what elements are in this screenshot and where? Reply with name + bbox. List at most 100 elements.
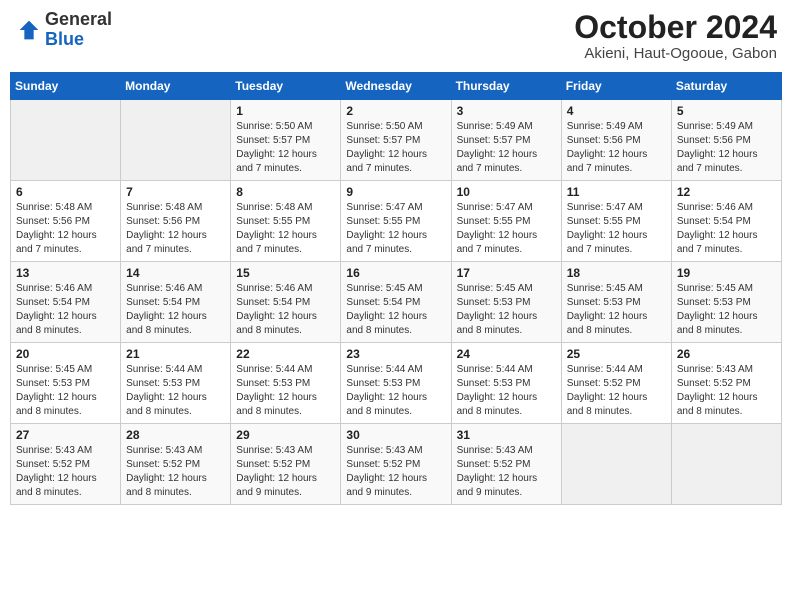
logo-general-text: General bbox=[45, 9, 112, 29]
day-info: Sunrise: 5:47 AM Sunset: 5:55 PM Dayligh… bbox=[346, 201, 445, 257]
calendar-cell: 5 Sunrise: 5:49 AM Sunset: 5:56 PM Daylig… bbox=[671, 100, 781, 181]
calendar-cell bbox=[11, 100, 121, 181]
day-header-thursday: Thursday bbox=[451, 73, 561, 100]
calendar-cell: 1 Sunrise: 5:50 AM Sunset: 5:57 PM Daylig… bbox=[231, 100, 341, 181]
day-number: 3 bbox=[457, 104, 556, 118]
day-number: 26 bbox=[677, 347, 776, 361]
day-number: 15 bbox=[236, 266, 335, 280]
day-info: Sunrise: 5:44 AM Sunset: 5:53 PM Dayligh… bbox=[346, 363, 445, 419]
calendar-cell: 27 Sunrise: 5:43 AM Sunset: 5:52 PM Dayli… bbox=[11, 424, 121, 505]
day-number: 1 bbox=[236, 104, 335, 118]
day-info: Sunrise: 5:43 AM Sunset: 5:52 PM Dayligh… bbox=[126, 444, 225, 500]
page-header: General Blue October 2024 Akieni, Haut-O… bbox=[10, 10, 782, 62]
week-row-1: 1 Sunrise: 5:50 AM Sunset: 5:57 PM Daylig… bbox=[11, 100, 782, 181]
calendar-cell: 9 Sunrise: 5:47 AM Sunset: 5:55 PM Daylig… bbox=[341, 181, 451, 262]
day-info: Sunrise: 5:46 AM Sunset: 5:54 PM Dayligh… bbox=[236, 282, 335, 338]
day-info: Sunrise: 5:46 AM Sunset: 5:54 PM Dayligh… bbox=[677, 201, 776, 257]
day-number: 5 bbox=[677, 104, 776, 118]
calendar-cell: 18Sunrise: 5:45 AM Sunset: 5:53 PM Dayli… bbox=[561, 262, 671, 343]
day-number: 16 bbox=[346, 266, 445, 280]
day-header-sunday: Sunday bbox=[11, 73, 121, 100]
calendar-cell bbox=[671, 424, 781, 505]
calendar-table: SundayMondayTuesdayWednesdayThursdayFrid… bbox=[10, 72, 782, 505]
calendar-cell: 12 Sunrise: 5:46 AM Sunset: 5:54 PM Dayli… bbox=[671, 181, 781, 262]
day-number: 27 bbox=[16, 428, 115, 442]
calendar-cell: 10 Sunrise: 5:47 AM Sunset: 5:55 PM Dayli… bbox=[451, 181, 561, 262]
day-info: Sunrise: 5:49 AM Sunset: 5:56 PM Dayligh… bbox=[677, 120, 776, 176]
day-number: 25 bbox=[567, 347, 666, 361]
calendar-cell: 23 Sunrise: 5:44 AM Sunset: 5:53 PM Dayli… bbox=[341, 343, 451, 424]
day-number: 23 bbox=[346, 347, 445, 361]
day-number: 9 bbox=[346, 185, 445, 199]
calendar-cell: 7Sunrise: 5:48 AM Sunset: 5:56 PM Daylig… bbox=[121, 181, 231, 262]
calendar-title: October 2024 bbox=[574, 10, 777, 45]
calendar-cell: 13 Sunrise: 5:46 AM Sunset: 5:54 PM Dayli… bbox=[11, 262, 121, 343]
calendar-cell bbox=[121, 100, 231, 181]
day-number: 28 bbox=[126, 428, 225, 442]
day-number: 7 bbox=[126, 185, 225, 199]
day-number: 30 bbox=[346, 428, 445, 442]
day-info: Sunrise: 5:47 AM Sunset: 5:55 PM Dayligh… bbox=[457, 201, 556, 257]
day-info: Sunrise: 5:45 AM Sunset: 5:53 PM Dayligh… bbox=[677, 282, 776, 338]
calendar-cell: 6 Sunrise: 5:48 AM Sunset: 5:56 PM Daylig… bbox=[11, 181, 121, 262]
day-info: Sunrise: 5:44 AM Sunset: 5:52 PM Dayligh… bbox=[567, 363, 666, 419]
day-info: Sunrise: 5:43 AM Sunset: 5:52 PM Dayligh… bbox=[16, 444, 115, 500]
day-number: 17 bbox=[457, 266, 556, 280]
day-number: 14 bbox=[126, 266, 225, 280]
day-info: Sunrise: 5:45 AM Sunset: 5:53 PM Dayligh… bbox=[457, 282, 556, 338]
calendar-cell: 24Sunrise: 5:44 AM Sunset: 5:53 PM Dayli… bbox=[451, 343, 561, 424]
day-info: Sunrise: 5:43 AM Sunset: 5:52 PM Dayligh… bbox=[236, 444, 335, 500]
calendar-cell: 14Sunrise: 5:46 AM Sunset: 5:54 PM Dayli… bbox=[121, 262, 231, 343]
calendar-cell: 17 Sunrise: 5:45 AM Sunset: 5:53 PM Dayli… bbox=[451, 262, 561, 343]
calendar-cell: 30 Sunrise: 5:43 AM Sunset: 5:52 PM Dayli… bbox=[341, 424, 451, 505]
day-number: 12 bbox=[677, 185, 776, 199]
day-number: 13 bbox=[16, 266, 115, 280]
calendar-cell bbox=[561, 424, 671, 505]
calendar-cell: 15 Sunrise: 5:46 AM Sunset: 5:54 PM Dayli… bbox=[231, 262, 341, 343]
day-info: Sunrise: 5:44 AM Sunset: 5:53 PM Dayligh… bbox=[236, 363, 335, 419]
calendar-cell: 4 Sunrise: 5:49 AM Sunset: 5:56 PM Daylig… bbox=[561, 100, 671, 181]
day-number: 11 bbox=[567, 185, 666, 199]
calendar-cell: 29 Sunrise: 5:43 AM Sunset: 5:52 PM Dayli… bbox=[231, 424, 341, 505]
week-row-3: 13 Sunrise: 5:46 AM Sunset: 5:54 PM Dayli… bbox=[11, 262, 782, 343]
calendar-cell: 31Sunrise: 5:43 AM Sunset: 5:52 PM Dayli… bbox=[451, 424, 561, 505]
day-number: 6 bbox=[16, 185, 115, 199]
day-info: Sunrise: 5:43 AM Sunset: 5:52 PM Dayligh… bbox=[677, 363, 776, 419]
day-header-friday: Friday bbox=[561, 73, 671, 100]
calendar-cell: 16Sunrise: 5:45 AM Sunset: 5:54 PM Dayli… bbox=[341, 262, 451, 343]
day-number: 31 bbox=[457, 428, 556, 442]
calendar-cell: 2 Sunrise: 5:50 AM Sunset: 5:57 PM Daylig… bbox=[341, 100, 451, 181]
day-header-saturday: Saturday bbox=[671, 73, 781, 100]
day-number: 18 bbox=[567, 266, 666, 280]
logo: General Blue bbox=[15, 10, 112, 50]
day-number: 20 bbox=[16, 347, 115, 361]
day-number: 10 bbox=[457, 185, 556, 199]
day-info: Sunrise: 5:50 AM Sunset: 5:57 PM Dayligh… bbox=[236, 120, 335, 176]
day-info: Sunrise: 5:49 AM Sunset: 5:57 PM Dayligh… bbox=[457, 120, 556, 176]
day-info: Sunrise: 5:46 AM Sunset: 5:54 PM Dayligh… bbox=[16, 282, 115, 338]
day-info: Sunrise: 5:49 AM Sunset: 5:56 PM Dayligh… bbox=[567, 120, 666, 176]
day-number: 4 bbox=[567, 104, 666, 118]
day-number: 8 bbox=[236, 185, 335, 199]
calendar-cell: 11 Sunrise: 5:47 AM Sunset: 5:55 PM Dayli… bbox=[561, 181, 671, 262]
day-info: Sunrise: 5:44 AM Sunset: 5:53 PM Dayligh… bbox=[126, 363, 225, 419]
calendar-cell: 20 Sunrise: 5:45 AM Sunset: 5:53 PM Dayli… bbox=[11, 343, 121, 424]
day-number: 21 bbox=[126, 347, 225, 361]
calendar-cell: 26 Sunrise: 5:43 AM Sunset: 5:52 PM Dayli… bbox=[671, 343, 781, 424]
day-info: Sunrise: 5:45 AM Sunset: 5:53 PM Dayligh… bbox=[16, 363, 115, 419]
calendar-cell: 3 Sunrise: 5:49 AM Sunset: 5:57 PM Daylig… bbox=[451, 100, 561, 181]
day-number: 2 bbox=[346, 104, 445, 118]
calendar-cell: 19Sunrise: 5:45 AM Sunset: 5:53 PM Dayli… bbox=[671, 262, 781, 343]
day-info: Sunrise: 5:50 AM Sunset: 5:57 PM Dayligh… bbox=[346, 120, 445, 176]
calendar-cell: 25 Sunrise: 5:44 AM Sunset: 5:52 PM Dayli… bbox=[561, 343, 671, 424]
day-info: Sunrise: 5:47 AM Sunset: 5:55 PM Dayligh… bbox=[567, 201, 666, 257]
calendar-cell: 21 Sunrise: 5:44 AM Sunset: 5:53 PM Dayli… bbox=[121, 343, 231, 424]
day-header-monday: Monday bbox=[121, 73, 231, 100]
logo-icon bbox=[15, 16, 43, 44]
day-info: Sunrise: 5:48 AM Sunset: 5:56 PM Dayligh… bbox=[16, 201, 115, 257]
day-info: Sunrise: 5:43 AM Sunset: 5:52 PM Dayligh… bbox=[346, 444, 445, 500]
day-header-wednesday: Wednesday bbox=[341, 73, 451, 100]
title-block: October 2024 Akieni, Haut-Ogooue, Gabon bbox=[574, 10, 777, 62]
day-number: 29 bbox=[236, 428, 335, 442]
calendar-body: 1 Sunrise: 5:50 AM Sunset: 5:57 PM Daylig… bbox=[11, 100, 782, 505]
